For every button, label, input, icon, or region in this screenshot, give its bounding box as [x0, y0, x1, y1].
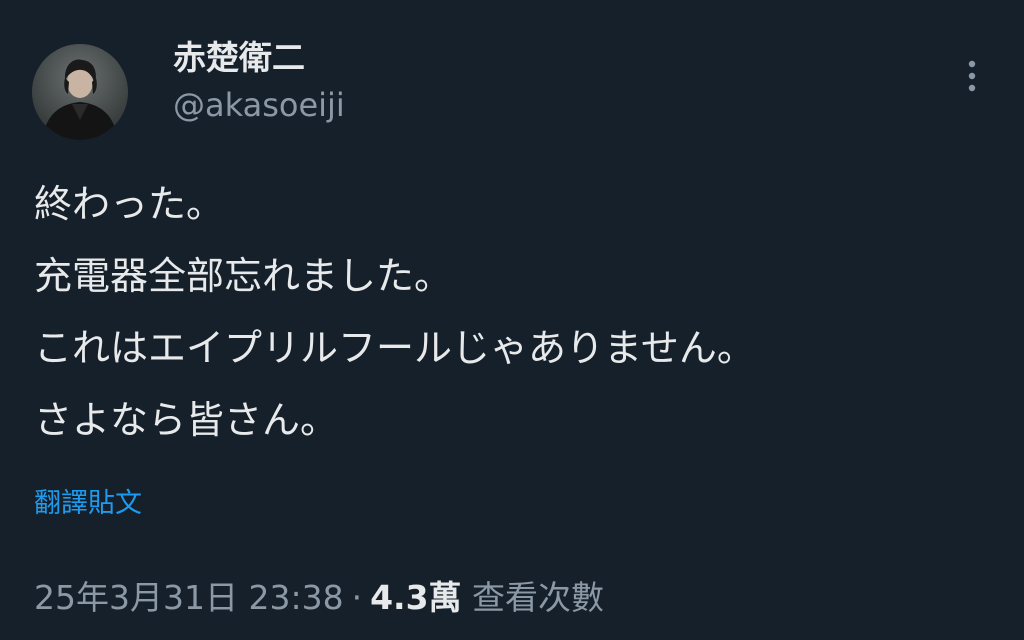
tweet-meta: 25年3月31日 23:38 · 4.3萬 查看次數 [34, 578, 604, 618]
profile-photo [32, 44, 128, 140]
more-vertical-icon [968, 60, 976, 92]
views-label: 查看次數 [472, 578, 605, 617]
tweet-line: さよなら皆さん。 [34, 398, 339, 442]
tweet-line: これはエイプリルフールじゃありません。 [34, 326, 755, 370]
tweet-text: 終わった。 充電器全部忘れました。 これはエイプリルフールじゃありません。 さよ… [34, 168, 994, 456]
translate-post-link[interactable]: 翻譯貼文 [34, 488, 142, 520]
views-count[interactable]: 4.3萬 [370, 578, 461, 617]
avatar[interactable] [32, 44, 128, 140]
more-options-button[interactable] [958, 56, 986, 96]
author-handle[interactable]: @akasoeiji [173, 87, 345, 123]
tweet-line: 終わった。 [34, 182, 225, 226]
tweet-line: 充電器全部忘れました。 [34, 254, 453, 298]
timestamp[interactable]: 25年3月31日 23:38 [34, 578, 344, 617]
author-name[interactable]: 赤楚衛二 [173, 39, 305, 76]
meta-separator: · [351, 578, 363, 617]
